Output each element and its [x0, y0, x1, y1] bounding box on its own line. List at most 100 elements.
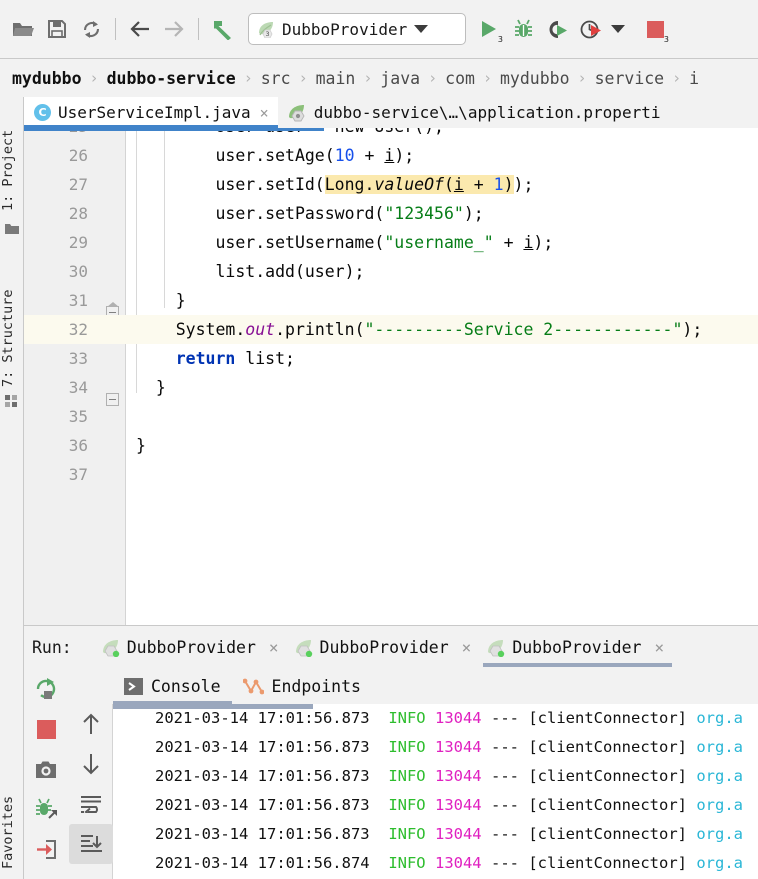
code-text: }	[136, 378, 166, 397]
navigate-back-button[interactable]	[123, 12, 157, 46]
code-line-26[interactable]: 26 user.setAge(10 + i);	[24, 141, 758, 170]
breadcrumb-item-com[interactable]: com	[443, 69, 477, 88]
close-icon[interactable]: ×	[263, 638, 279, 657]
run-configuration-selector[interactable]: 3 DubboProvider	[248, 13, 466, 45]
tab-label: Endpoints	[271, 677, 361, 696]
log-separator: ---	[491, 767, 519, 785]
stop-button[interactable]	[24, 709, 68, 749]
code-line-32[interactable]: 32 System.out.println("---------Service …	[24, 315, 758, 344]
breadcrumb-item-i[interactable]: i	[687, 69, 701, 88]
breadcrumb-item-java[interactable]: java	[378, 69, 422, 88]
stop-button[interactable]: 3	[638, 12, 672, 46]
breadcrumb-item-service[interactable]: service	[593, 69, 667, 88]
console-output[interactable]: 2021-03-14 17:01:56.873 INFO 13044 --- […	[113, 704, 758, 879]
code-line-33[interactable]: 33 return list;	[24, 344, 758, 373]
log-level: INFO	[388, 709, 426, 727]
export-arrow-icon	[36, 839, 57, 860]
debug-button[interactable]	[506, 12, 540, 46]
close-icon[interactable]: ×	[258, 104, 269, 122]
tab-console[interactable]: Console	[113, 669, 232, 704]
code-line-30[interactable]: 30 list.add(user);	[24, 257, 758, 286]
run-tab-bar: Run: DubboProvider × DubboProvider × DubboPr…	[24, 626, 758, 669]
sidebar-item-project[interactable]: 1: Project	[0, 101, 24, 211]
log-thread: [clientConnector]	[528, 825, 687, 843]
run-tab-2[interactable]: DubboProvider ×	[479, 626, 672, 669]
scroll-up-button[interactable]	[69, 704, 113, 744]
log-separator: ---	[491, 854, 519, 872]
scroll-to-end-button[interactable]	[69, 824, 113, 864]
editor-tab-1[interactable]: dubbo-service\…\application.properti	[278, 97, 670, 128]
scroll-down-button[interactable]	[69, 744, 113, 784]
breadcrumb-separator: ›	[577, 69, 587, 87]
export-button[interactable]	[24, 829, 68, 869]
code-text: System.out.println("---------Service 2--…	[136, 320, 703, 339]
log-thread: [clientConnector]	[528, 796, 687, 814]
soft-wrap-icon	[80, 795, 102, 813]
sidebar-item-structure[interactable]: 7: Structure	[0, 247, 24, 387]
build-project-button[interactable]	[206, 12, 240, 46]
line-number: 36	[68, 436, 88, 455]
save-all-button[interactable]	[40, 12, 74, 46]
console-scrollbar[interactable]	[113, 704, 758, 709]
debug-attach-button[interactable]	[24, 789, 68, 829]
log-pid: 13044	[434, 796, 482, 814]
sidebar-item-favorites[interactable]: Favorites	[0, 757, 24, 869]
log-level: INFO	[388, 767, 426, 785]
code-editor[interactable]: 25 User user = new User();26 user.setAge…	[24, 128, 758, 625]
navigate-forward-button[interactable]	[157, 12, 191, 46]
profiler-button[interactable]	[574, 12, 608, 46]
open-project-button[interactable]	[6, 12, 40, 46]
code-text: user.setUsername("username_" + i);	[136, 233, 554, 252]
editor-tab-0[interactable]: C UserServiceImpl.java ×	[24, 97, 278, 128]
console-line: 2021-03-14 17:01:56.873 INFO 13044 --- […	[113, 820, 758, 849]
run-tab-1[interactable]: DubboProvider ×	[287, 626, 480, 669]
run-button[interactable]: 3	[472, 12, 506, 46]
close-icon[interactable]: ×	[456, 638, 472, 657]
code-line-28[interactable]: 28 user.setPassword("123456");	[24, 199, 758, 228]
hammer-icon	[211, 18, 235, 40]
editor-tab-bar: C UserServiceImpl.java × dubbo-service\…\ap…	[24, 97, 758, 128]
code-line-29[interactable]: 29 user.setUsername("username_" + i);	[24, 228, 758, 257]
chevron-down-icon[interactable]	[414, 25, 429, 33]
code-line-35[interactable]: 35	[24, 402, 758, 431]
breadcrumb-item-dubbo-service[interactable]: dubbo-service	[105, 69, 238, 88]
code-line-36[interactable]: 36}	[24, 431, 758, 460]
run-tab-0[interactable]: DubboProvider ×	[94, 626, 287, 669]
code-text: }	[136, 291, 186, 310]
breadcrumb-item-mydubbo[interactable]: mydubbo	[10, 69, 84, 88]
breadcrumb-separator: ›	[428, 69, 438, 87]
close-icon[interactable]: ×	[648, 638, 664, 657]
line-number: 34	[68, 378, 88, 397]
breadcrumb-item-main[interactable]: main	[314, 69, 358, 88]
run-with-coverage-button[interactable]	[540, 12, 574, 46]
breadcrumb-item-mydubbo[interactable]: mydubbo	[498, 69, 572, 88]
synchronize-button[interactable]	[74, 12, 108, 46]
line-number: 35	[68, 407, 88, 426]
profiler-clock-icon	[580, 19, 602, 40]
code-line-31[interactable]: 31 }	[24, 286, 758, 315]
profiler-dropdown[interactable]	[608, 12, 628, 46]
tab-endpoints[interactable]: Endpoints	[232, 669, 372, 704]
log-timestamp: 2021-03-14 17:01:56.873	[155, 825, 370, 843]
log-thread: [clientConnector]	[528, 709, 687, 727]
breadcrumb-item-src[interactable]: src	[259, 69, 293, 88]
bug-arrow-icon	[35, 798, 58, 820]
breadcrumb-separator: ›	[482, 69, 492, 87]
run-tab-label: DubboProvider	[319, 638, 449, 657]
breadcrumb-separator: ›	[243, 69, 253, 87]
console-line: 2021-03-14 17:01:56.873 INFO 13044 --- […	[113, 733, 758, 762]
code-line-27[interactable]: 27 user.setId(Long.valueOf(i + 1));	[24, 170, 758, 199]
editor-tab-label: UserServiceImpl.java	[58, 103, 251, 122]
scroll-to-end-icon	[80, 834, 102, 854]
editor-tab-label: dubbo-service\…\application.properti	[313, 103, 661, 122]
snapshot-button[interactable]	[24, 749, 68, 789]
log-thread: [clientConnector]	[528, 738, 687, 756]
soft-wrap-button[interactable]	[69, 784, 113, 824]
code-line-37[interactable]: 37	[24, 460, 758, 489]
rerun-button[interactable]	[24, 669, 68, 709]
code-text: user.setId(Long.valueOf(i + 1));	[136, 175, 534, 194]
code-line-34[interactable]: 34 }	[24, 373, 758, 402]
log-thread: [clientConnector]	[528, 767, 687, 785]
line-number: 31	[68, 291, 88, 310]
line-number: 30	[68, 262, 88, 281]
